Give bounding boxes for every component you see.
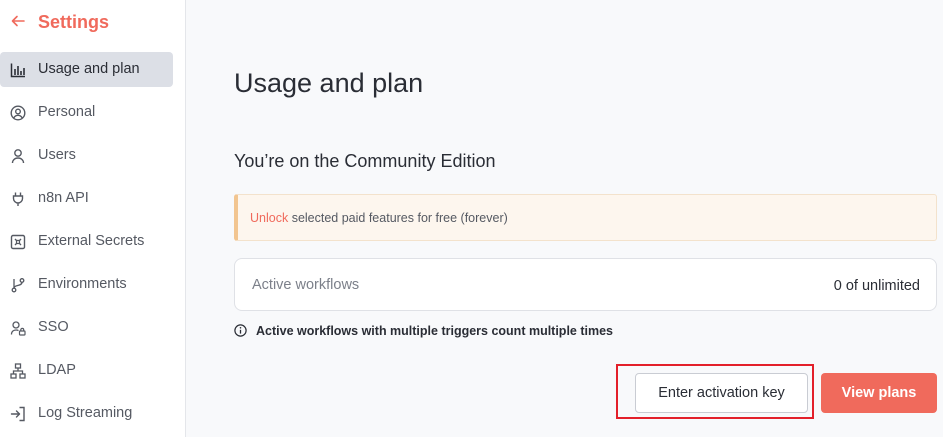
sidebar-item-label: Environments [38,276,127,292]
sidebar-item-personal[interactable]: Personal [0,95,173,130]
git-branch-icon [11,278,25,293]
sidebar-item-n8n-api[interactable]: n8n API [0,181,173,216]
active-workflows-card: Active workflows 0 of unlimited [234,258,937,311]
settings-title: Settings [38,12,110,32]
user-icon [11,149,25,164]
sidebar-item-external-secrets[interactable]: External Secrets [0,224,173,259]
sidebar-item-label: Users [38,147,76,163]
sidebar-header: Settings [0,0,186,46]
sidebar-item-ldap[interactable]: LDAP [0,353,173,388]
sidebar-item-label: n8n API [38,190,89,206]
network-icon [10,363,26,379]
sign-in-icon [10,406,25,422]
unlock-notice: Unlock selected paid features for free (… [234,194,937,241]
user-lock-icon [10,321,26,336]
page-title: Usage and plan [234,68,424,98]
notice-text: selected paid features for free (forever… [291,211,508,225]
sidebar-item-label: Personal [38,104,96,120]
view-plans-button[interactable]: View plans [821,373,937,413]
sidebar-item-label: Usage and plan [38,61,140,77]
sidebar-item-label: LDAP [38,362,76,378]
sidebar-item-label: SSO [38,319,69,335]
enter-activation-key-button[interactable]: Enter activation key [635,373,808,413]
info-text: Active workflows with multiple triggers … [256,324,613,338]
bar-chart-icon [10,63,25,78]
sidebar-item-environments[interactable]: Environments [0,267,173,302]
sidebar: Settings Usage and plan Personal Users n… [0,0,186,437]
vault-icon [10,234,26,250]
sidebar-item-usage-and-plan[interactable]: Usage and plan [0,52,173,87]
sidebar-item-users[interactable]: Users [0,138,173,173]
arrow-left-icon[interactable] [11,14,25,28]
user-circle-icon [10,105,26,121]
sidebar-item-log-streaming[interactable]: Log Streaming [0,396,173,431]
sidebar-item-label: External Secrets [38,233,145,249]
main-content: Usage and plan You’re on the Community E… [187,0,943,437]
plug-icon [12,192,24,206]
active-workflows-value: 0 of unlimited [833,278,920,294]
sidebar-item-label: Log Streaming [38,405,133,421]
active-workflows-label: Active workflows [252,277,360,293]
sidebar-item-sso[interactable]: SSO [0,310,173,345]
info-icon [234,324,247,337]
edition-title: You’re on the Community Edition [234,151,496,171]
unlock-link[interactable]: Unlock [250,211,288,225]
